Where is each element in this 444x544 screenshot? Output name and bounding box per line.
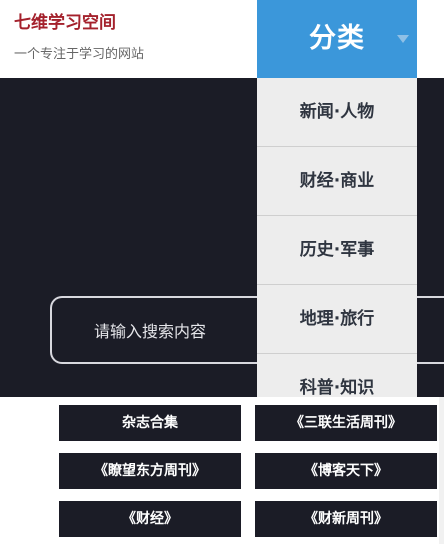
site-subtitle: 一个专注于学习的网站: [14, 47, 145, 62]
tag-caijing[interactable]: 《财经》: [59, 501, 241, 537]
menu-item-news-people[interactable]: 新闻·人物: [257, 78, 417, 147]
menu-item-geography-travel[interactable]: 地理·旅行: [257, 285, 417, 354]
menu-item-science-knowledge[interactable]: 科普·知识: [257, 354, 417, 397]
tag-outlook-east-weekly[interactable]: 《瞭望东方周刊》: [59, 453, 241, 489]
tag-sanlian-weekly[interactable]: 《三联生活周刊》: [255, 405, 437, 441]
menu-item-finance-business[interactable]: 财经·商业: [257, 147, 417, 216]
tag-caixin-weekly[interactable]: 《财新周刊》: [255, 501, 437, 537]
menu-item-history-military[interactable]: 历史·军事: [257, 216, 417, 285]
magazine-tags-panel: 杂志合集 《三联生活周刊》 《瞭望东方周刊》 《博客天下》 《财经》 《财新周刊…: [0, 397, 444, 544]
scrollbar-track[interactable]: [439, 397, 444, 544]
tag-blog-weekly[interactable]: 《博客天下》: [255, 453, 437, 489]
category-dropdown-menu: 新闻·人物 财经·商业 历史·军事 地理·旅行 科普·知识: [257, 78, 417, 397]
chevron-down-icon: [397, 35, 409, 43]
site-title[interactable]: 七维学习空间: [14, 8, 116, 33]
tag-magazine-collection[interactable]: 杂志合集: [59, 405, 241, 441]
category-label: 分类: [309, 23, 365, 54]
category-button[interactable]: 分类: [257, 0, 417, 78]
